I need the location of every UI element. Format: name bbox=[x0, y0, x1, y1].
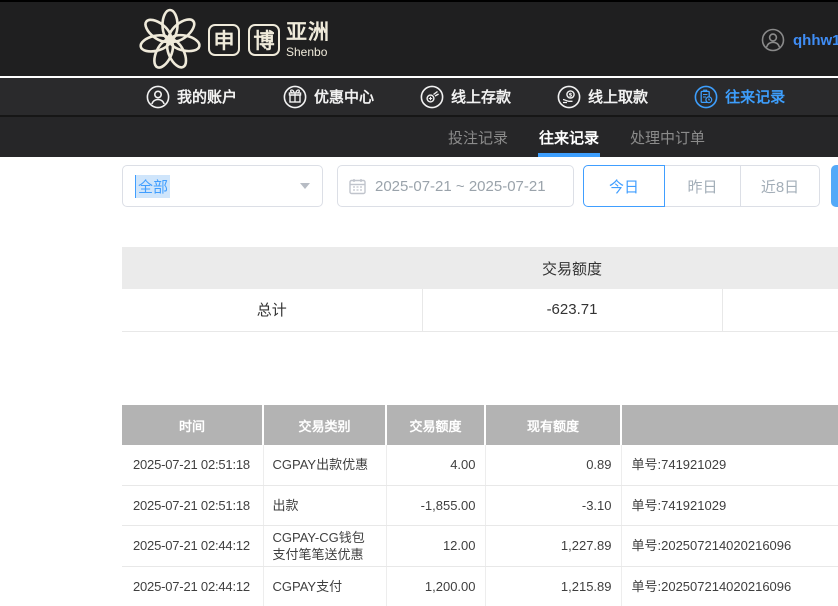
user-account[interactable]: qhhw1 bbox=[761, 28, 838, 52]
brand-subtitle: Shenbo bbox=[286, 46, 330, 58]
nav-item-deposit[interactable]: 线上存款 bbox=[420, 85, 511, 109]
tab-pending-orders[interactable]: 处理中订单 bbox=[630, 117, 705, 157]
summary-header-amount: 交易额度 bbox=[422, 247, 722, 289]
col-header-type: 交易类别 bbox=[263, 405, 386, 445]
cell-time: 2025-07-21 02:51:18 bbox=[122, 445, 263, 485]
records-table: 时间 交易类别 交易额度 现有额度 摘要 2025-07-21 02:51:18… bbox=[122, 405, 838, 606]
svg-text:$: $ bbox=[569, 92, 573, 98]
user-avatar-icon bbox=[761, 28, 785, 52]
nav-item-my-account[interactable]: 我的账户 bbox=[146, 85, 237, 109]
cell-amount: -1,855.00 bbox=[386, 485, 485, 525]
nav-item-label: 我的账户 bbox=[177, 86, 237, 107]
cell-memo: 单号:741921029 bbox=[621, 445, 838, 485]
summary-empty-cell bbox=[722, 289, 838, 331]
username-text: qhhw1 bbox=[793, 32, 838, 49]
cell-amount: 4.00 bbox=[386, 445, 485, 485]
cell-time: 2025-07-21 02:51:18 bbox=[122, 485, 263, 525]
cell-memo: 单号:202507214020216096 bbox=[621, 525, 838, 566]
yesterday-button[interactable]: 昨日 bbox=[665, 165, 741, 207]
summary-header-row: 交易额度 bbox=[122, 247, 838, 289]
summary-header-spacer bbox=[122, 247, 422, 289]
today-button[interactable]: 今日 bbox=[583, 165, 665, 207]
nav-item-promotions[interactable]: 优惠中心 bbox=[283, 85, 374, 109]
col-header-memo: 摘要 bbox=[621, 405, 838, 445]
records-header-row: 时间 交易类别 交易额度 现有额度 摘要 bbox=[122, 405, 838, 445]
table-row: 2025-07-21 02:44:12 CGPAY支付 1,200.00 1,2… bbox=[122, 566, 838, 606]
cell-balance: 1,227.89 bbox=[485, 525, 621, 566]
brand-region-block: 亚洲 Shenbo bbox=[286, 22, 330, 58]
cell-time: 2025-07-21 02:44:12 bbox=[122, 525, 263, 566]
cell-time: 2025-07-21 02:44:12 bbox=[122, 566, 263, 606]
chevron-down-icon bbox=[300, 183, 310, 189]
tab-betting-records[interactable]: 投注记录 bbox=[448, 117, 508, 157]
table-row: 2025-07-21 02:44:12 CGPAY-CG钱包支付笔笔送优惠 12… bbox=[122, 525, 838, 566]
nav-item-label: 往来记录 bbox=[725, 86, 785, 107]
summary-total-row: 总计 -623.71 bbox=[122, 289, 838, 331]
cell-balance: 0.89 bbox=[485, 445, 621, 485]
cell-balance: 1,215.89 bbox=[485, 566, 621, 606]
brand-char-shen: 申 bbox=[208, 24, 240, 56]
summary-header-spacer bbox=[722, 247, 838, 289]
sub-tab-bar: 投注记录 往来记录 处理中订单 bbox=[0, 115, 838, 157]
nav-item-transaction-records[interactable]: 往来记录 bbox=[694, 85, 785, 109]
main-nav-bar: 我的账户 优惠中心 线上存款 bbox=[0, 78, 838, 115]
cell-type: CGPAY-CG钱包支付笔笔送优惠 bbox=[263, 525, 386, 566]
nav-item-label: 线上取款 bbox=[588, 86, 648, 107]
tab-transaction-records[interactable]: 往来记录 bbox=[539, 117, 599, 157]
filter-toolbar: 全部 2025-07-21 ~ 2025-07-21 今日 昨日 近8日 bbox=[122, 165, 838, 207]
cell-balance: -3.10 bbox=[485, 485, 621, 525]
flower-logo-icon bbox=[138, 8, 202, 72]
quick-date-button-group: 今日 昨日 近8日 bbox=[583, 165, 820, 207]
brand-logo[interactable]: 申 博 亚洲 Shenbo bbox=[138, 8, 330, 72]
nav-item-label: 优惠中心 bbox=[314, 86, 374, 107]
cell-amount: 12.00 bbox=[386, 525, 485, 566]
top-header-bar: 申 博 亚洲 Shenbo qhhw1 bbox=[0, 0, 838, 76]
withdraw-icon: $ bbox=[557, 85, 581, 109]
records-icon bbox=[694, 85, 718, 109]
brand-char-bo: 博 bbox=[248, 24, 280, 56]
cell-type: CGPAY出款优惠 bbox=[263, 445, 386, 485]
cell-memo: 单号:202507214020216096 bbox=[621, 566, 838, 606]
cell-type: CGPAY支付 bbox=[263, 566, 386, 606]
date-range-value: 2025-07-21 ~ 2025-07-21 bbox=[375, 178, 546, 195]
cell-memo: 单号:741921029 bbox=[621, 485, 838, 525]
date-range-picker[interactable]: 2025-07-21 ~ 2025-07-21 bbox=[337, 165, 574, 207]
search-button[interactable] bbox=[831, 165, 838, 207]
account-icon bbox=[146, 85, 170, 109]
summary-table: 交易额度 总计 -623.71 bbox=[122, 247, 838, 332]
col-header-amount: 交易额度 bbox=[386, 405, 485, 445]
transaction-type-select[interactable]: 全部 bbox=[122, 165, 323, 207]
table-row: 2025-07-21 02:51:18 出款 -1,855.00 -3.10 单… bbox=[122, 485, 838, 525]
brand-region-label: 亚洲 bbox=[286, 22, 330, 43]
cell-amount: 1,200.00 bbox=[386, 566, 485, 606]
nav-item-label: 线上存款 bbox=[451, 86, 511, 107]
promo-gift-icon bbox=[283, 85, 307, 109]
table-row: 2025-07-21 02:51:18 CGPAY出款优惠 4.00 0.89 … bbox=[122, 445, 838, 485]
col-header-balance: 现有额度 bbox=[485, 405, 621, 445]
col-header-time: 时间 bbox=[122, 405, 263, 445]
select-selected-value: 全部 bbox=[135, 175, 170, 198]
page: 申 博 亚洲 Shenbo qhhw1 bbox=[0, 0, 838, 606]
last-8-days-button[interactable]: 近8日 bbox=[741, 165, 820, 207]
summary-total-value: -623.71 bbox=[422, 289, 722, 331]
nav-item-withdraw[interactable]: $ 线上取款 bbox=[557, 85, 648, 109]
summary-total-label: 总计 bbox=[122, 289, 422, 331]
cell-type: 出款 bbox=[263, 485, 386, 525]
brand-characters: 申 博 bbox=[208, 24, 280, 56]
calendar-icon bbox=[349, 178, 366, 195]
deposit-icon bbox=[420, 85, 444, 109]
